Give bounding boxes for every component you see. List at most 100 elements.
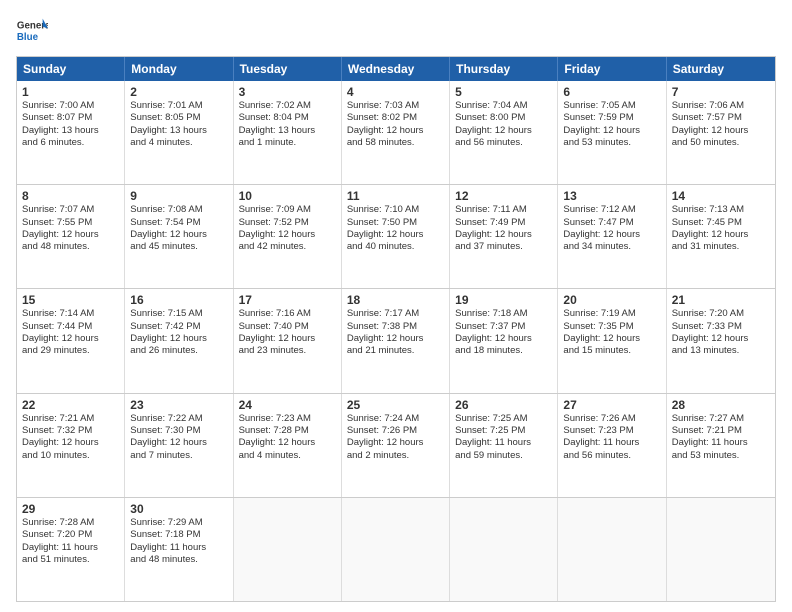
cell-text-line: Daylight: 12 hours <box>455 229 552 241</box>
cal-day-18: 18Sunrise: 7:17 AMSunset: 7:38 PMDayligh… <box>342 289 450 392</box>
day-number: 30 <box>130 502 227 516</box>
cell-text-line: Sunset: 7:59 PM <box>563 112 660 124</box>
cell-text-line: Daylight: 12 hours <box>455 333 552 345</box>
day-number: 17 <box>239 293 336 307</box>
cell-text-line: and 26 minutes. <box>130 345 227 357</box>
calendar-header: SundayMondayTuesdayWednesdayThursdayFrid… <box>17 57 775 81</box>
cell-text-line: Sunrise: 7:20 AM <box>672 308 770 320</box>
cell-text-line: Sunrise: 7:10 AM <box>347 204 444 216</box>
cell-text-line: Sunrise: 7:17 AM <box>347 308 444 320</box>
weekday-header-wednesday: Wednesday <box>342 57 450 81</box>
cell-text-line: Sunrise: 7:21 AM <box>22 413 119 425</box>
cell-text-line: Sunset: 7:30 PM <box>130 425 227 437</box>
cal-day-26: 26Sunrise: 7:25 AMSunset: 7:25 PMDayligh… <box>450 394 558 497</box>
cell-text-line: Sunset: 7:55 PM <box>22 217 119 229</box>
calendar-row-5: 29Sunrise: 7:28 AMSunset: 7:20 PMDayligh… <box>17 498 775 601</box>
cell-text-line: Sunrise: 7:14 AM <box>22 308 119 320</box>
cell-text-line: and 53 minutes. <box>672 450 770 462</box>
cell-text-line: Sunrise: 7:04 AM <box>455 100 552 112</box>
cell-text-line: and 4 minutes. <box>130 137 227 149</box>
cell-text-line: and 4 minutes. <box>239 450 336 462</box>
cell-text-line: and 13 minutes. <box>672 345 770 357</box>
cell-text-line: Daylight: 12 hours <box>563 333 660 345</box>
weekday-header-thursday: Thursday <box>450 57 558 81</box>
cell-text-line: Sunrise: 7:00 AM <box>22 100 119 112</box>
cell-text-line: Sunset: 7:21 PM <box>672 425 770 437</box>
cell-text-line: Sunset: 7:20 PM <box>22 529 119 541</box>
cal-day-9: 9Sunrise: 7:08 AMSunset: 7:54 PMDaylight… <box>125 185 233 288</box>
cell-text-line: Sunrise: 7:18 AM <box>455 308 552 320</box>
cell-text-line: Sunset: 8:07 PM <box>22 112 119 124</box>
cell-text-line: and 1 minute. <box>239 137 336 149</box>
cell-text-line: and 15 minutes. <box>563 345 660 357</box>
day-number: 4 <box>347 85 444 99</box>
cell-text-line: Sunset: 7:28 PM <box>239 425 336 437</box>
cell-text-line: Sunset: 7:44 PM <box>22 321 119 333</box>
cell-text-line: and 31 minutes. <box>672 241 770 253</box>
day-number: 10 <box>239 189 336 203</box>
cal-day-8: 8Sunrise: 7:07 AMSunset: 7:55 PMDaylight… <box>17 185 125 288</box>
cell-text-line: Sunrise: 7:15 AM <box>130 308 227 320</box>
cell-text-line: Sunset: 7:40 PM <box>239 321 336 333</box>
day-number: 16 <box>130 293 227 307</box>
cell-text-line: and 6 minutes. <box>22 137 119 149</box>
cal-day-empty <box>558 498 666 601</box>
cal-day-7: 7Sunrise: 7:06 AMSunset: 7:57 PMDaylight… <box>667 81 775 184</box>
calendar-row-3: 15Sunrise: 7:14 AMSunset: 7:44 PMDayligh… <box>17 289 775 393</box>
cell-text-line: Sunrise: 7:29 AM <box>130 517 227 529</box>
calendar-row-4: 22Sunrise: 7:21 AMSunset: 7:32 PMDayligh… <box>17 394 775 498</box>
cell-text-line: Sunrise: 7:19 AM <box>563 308 660 320</box>
cell-text-line: Daylight: 12 hours <box>130 229 227 241</box>
day-number: 18 <box>347 293 444 307</box>
cell-text-line: Daylight: 12 hours <box>347 229 444 241</box>
cal-day-11: 11Sunrise: 7:10 AMSunset: 7:50 PMDayligh… <box>342 185 450 288</box>
cell-text-line: Daylight: 13 hours <box>239 125 336 137</box>
cell-text-line: and 40 minutes. <box>347 241 444 253</box>
cell-text-line: Sunset: 7:45 PM <box>672 217 770 229</box>
cal-day-5: 5Sunrise: 7:04 AMSunset: 8:00 PMDaylight… <box>450 81 558 184</box>
page: General Blue SundayMondayTuesdayWednesda… <box>0 0 792 612</box>
cell-text-line: Sunrise: 7:13 AM <box>672 204 770 216</box>
cell-text-line: Sunrise: 7:25 AM <box>455 413 552 425</box>
day-number: 21 <box>672 293 770 307</box>
cell-text-line: Sunset: 7:54 PM <box>130 217 227 229</box>
cell-text-line: Sunrise: 7:07 AM <box>22 204 119 216</box>
cell-text-line: Daylight: 11 hours <box>130 542 227 554</box>
cell-text-line: Sunset: 7:50 PM <box>347 217 444 229</box>
cell-text-line: and 42 minutes. <box>239 241 336 253</box>
cell-text-line: Daylight: 12 hours <box>347 437 444 449</box>
weekday-header-monday: Monday <box>125 57 233 81</box>
day-number: 2 <box>130 85 227 99</box>
cell-text-line: and 50 minutes. <box>672 137 770 149</box>
cell-text-line: Daylight: 12 hours <box>455 125 552 137</box>
cal-day-empty <box>234 498 342 601</box>
cal-day-16: 16Sunrise: 7:15 AMSunset: 7:42 PMDayligh… <box>125 289 233 392</box>
cell-text-line: Daylight: 12 hours <box>239 333 336 345</box>
cell-text-line: Daylight: 11 hours <box>672 437 770 449</box>
header: General Blue <box>16 16 776 48</box>
cal-day-14: 14Sunrise: 7:13 AMSunset: 7:45 PMDayligh… <box>667 185 775 288</box>
cell-text-line: Daylight: 12 hours <box>22 229 119 241</box>
day-number: 12 <box>455 189 552 203</box>
weekday-header-friday: Friday <box>558 57 666 81</box>
day-number: 27 <box>563 398 660 412</box>
cal-day-10: 10Sunrise: 7:09 AMSunset: 7:52 PMDayligh… <box>234 185 342 288</box>
cell-text-line: Sunset: 7:57 PM <box>672 112 770 124</box>
cell-text-line: Sunrise: 7:06 AM <box>672 100 770 112</box>
day-number: 9 <box>130 189 227 203</box>
day-number: 29 <box>22 502 119 516</box>
cal-day-19: 19Sunrise: 7:18 AMSunset: 7:37 PMDayligh… <box>450 289 558 392</box>
weekday-header-sunday: Sunday <box>17 57 125 81</box>
calendar: SundayMondayTuesdayWednesdayThursdayFrid… <box>16 56 776 602</box>
cell-text-line: Daylight: 13 hours <box>22 125 119 137</box>
day-number: 20 <box>563 293 660 307</box>
cell-text-line: Sunset: 7:32 PM <box>22 425 119 437</box>
day-number: 26 <box>455 398 552 412</box>
cell-text-line: and 58 minutes. <box>347 137 444 149</box>
cell-text-line: Daylight: 12 hours <box>347 333 444 345</box>
day-number: 5 <box>455 85 552 99</box>
cell-text-line: Daylight: 12 hours <box>347 125 444 137</box>
cell-text-line: and 51 minutes. <box>22 554 119 566</box>
cell-text-line: and 21 minutes. <box>347 345 444 357</box>
cal-day-2: 2Sunrise: 7:01 AMSunset: 8:05 PMDaylight… <box>125 81 233 184</box>
